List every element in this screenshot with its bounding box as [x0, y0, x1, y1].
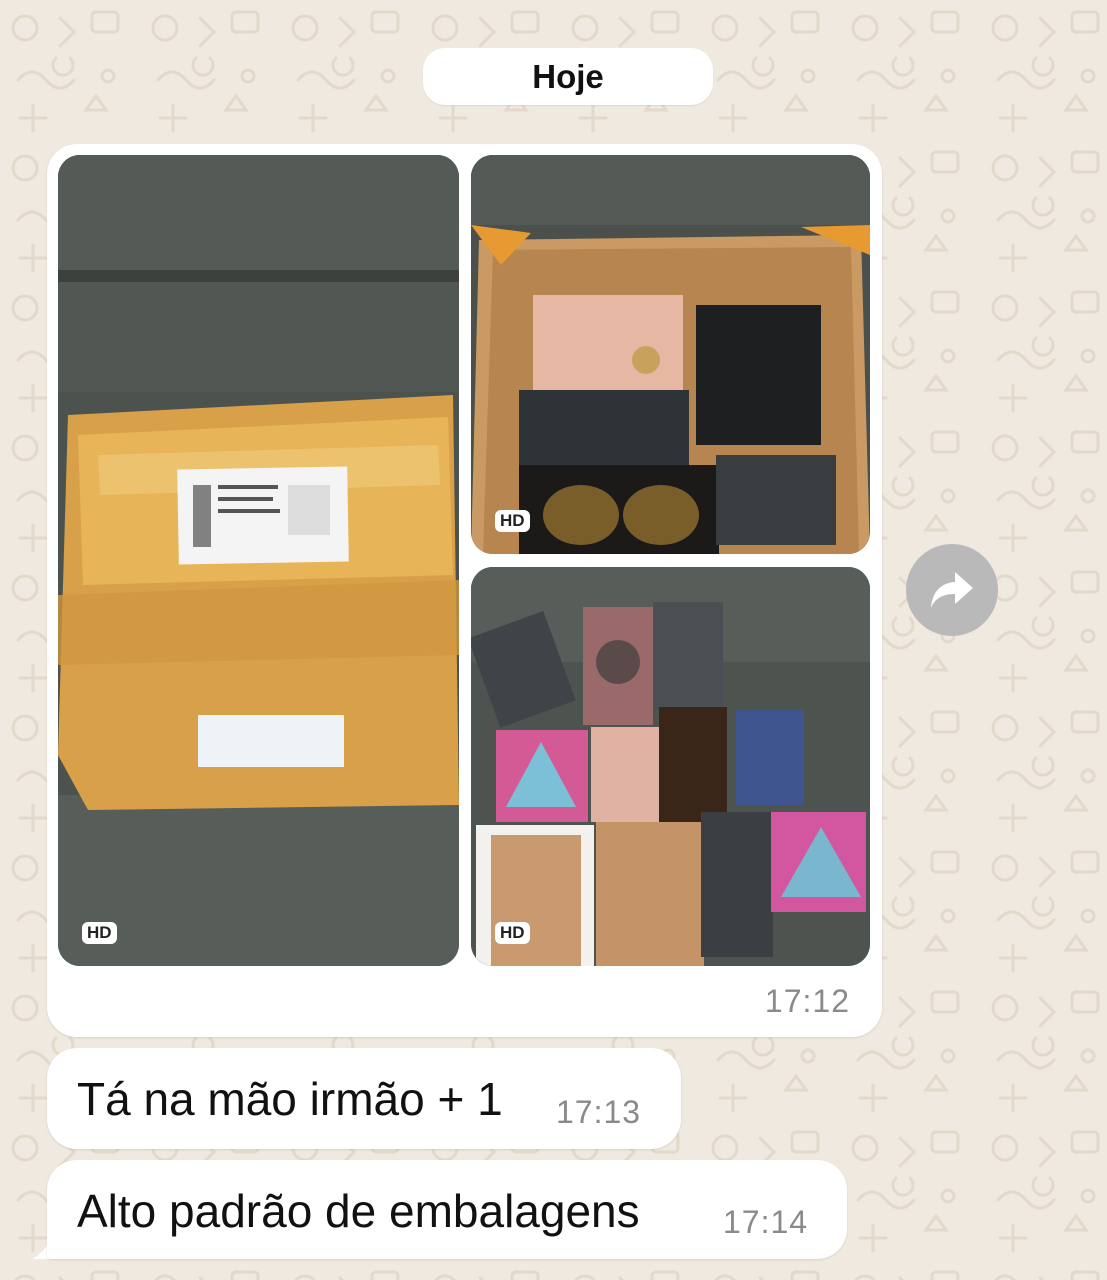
date-label: Hoje [532, 57, 604, 95]
text-message-bubble[interactable]: Alto padrão de embalagens 17:14 [47, 1160, 847, 1259]
message-timestamp: 17:13 [556, 1094, 642, 1130]
text-message-bubble[interactable]: Tá na mão irmão + 1 17:13 [47, 1048, 681, 1149]
photo-package[interactable]: HD [58, 155, 459, 966]
photo-items[interactable]: HD [471, 567, 870, 966]
message-timestamp: 17:12 [764, 983, 850, 1019]
date-separator: Hoje [423, 48, 713, 105]
hd-badge: HD [82, 922, 117, 944]
hd-badge: HD [495, 922, 530, 944]
forward-button[interactable] [906, 544, 998, 636]
message-text: Tá na mão irmão + 1 [77, 1073, 503, 1125]
message-text: Alto padrão de embalagens [77, 1185, 640, 1237]
media-message-bubble[interactable]: HD HD HD 17:12 [47, 144, 882, 1037]
hd-badge: HD [495, 510, 530, 532]
photo-open-box[interactable]: HD [471, 155, 870, 554]
forward-icon [931, 572, 973, 608]
message-timestamp: 17:14 [723, 1204, 809, 1240]
